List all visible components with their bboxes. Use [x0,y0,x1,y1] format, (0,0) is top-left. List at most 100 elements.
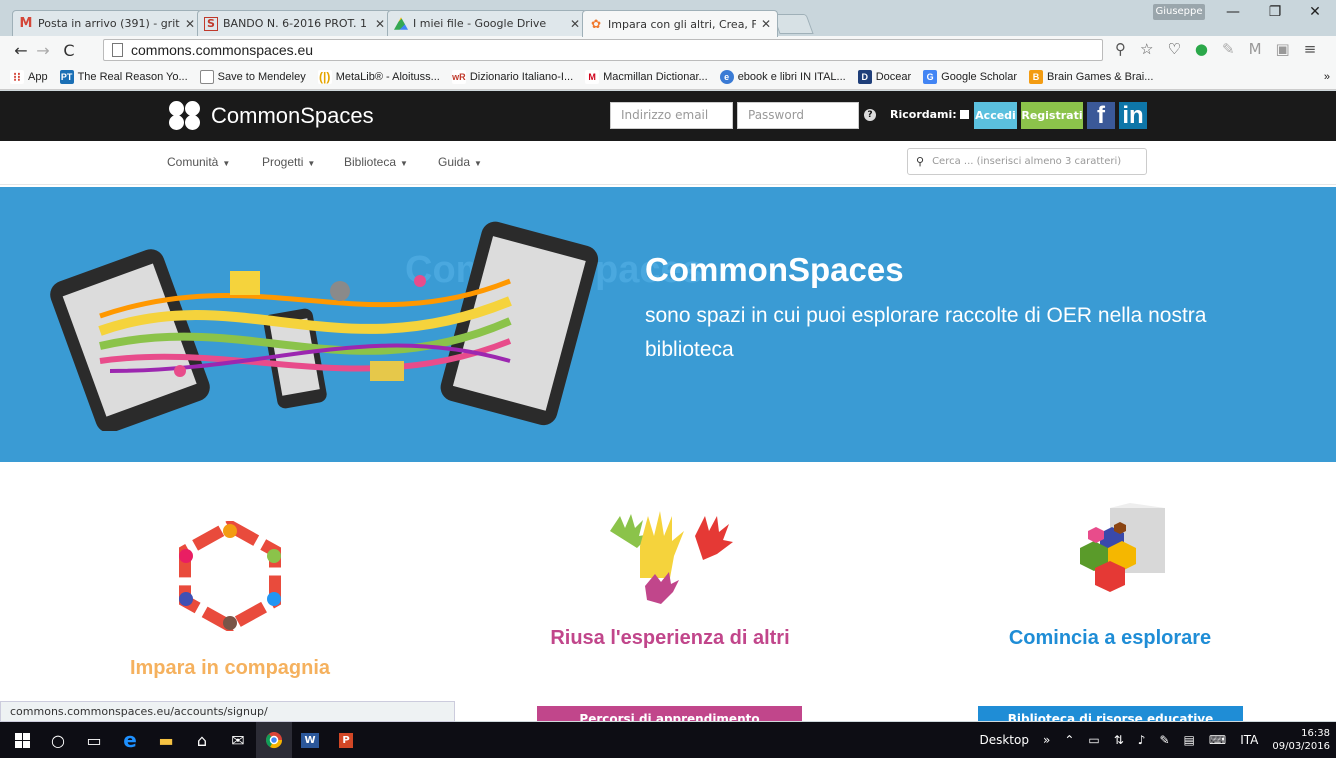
hero-banner: CommonSpaces CommonSpaces sono [0,187,1336,462]
bookmark-metalib[interactable]: (|) MetaLib® - Aloituss... [317,69,440,84]
clock[interactable]: 16:38 09/03/2016 [1272,727,1330,753]
nav-comunita[interactable]: Comunità ▼ [167,155,230,169]
toolbar-overflow[interactable]: » [1043,733,1050,747]
url-bar[interactable]: commons.commonspaces.eu [103,39,1103,61]
bookmark-label: Docear [875,70,912,83]
new-tab-button[interactable] [772,14,814,34]
main-nav: Comunità ▼ Progetti ▼ Biblioteca ▼ Guida ▼ ⚲… [0,141,1336,185]
volume-icon[interactable]: ♪ [1138,733,1146,747]
password-field[interactable]: Password [737,102,859,129]
macmillan-icon: M [585,69,600,84]
task-view-icon[interactable]: ▭ [76,722,112,758]
bookmark-docear[interactable]: D Docear [857,69,912,84]
tab-gmail[interactable]: M Posta in arrivo (391) - gritt ✕ [12,10,202,36]
site-topbar: CommonSpaces Indirizzo email Password ? … [0,91,1336,141]
feature-title: Riusa l'esperienza di altri [550,627,790,649]
desktop-toolbar-label[interactable]: Desktop [979,733,1029,747]
email-field[interactable]: Indirizzo email [610,102,733,129]
windows-start-icon[interactable] [4,722,40,758]
close-tab-icon[interactable]: ✕ [761,17,771,31]
close-tab-icon[interactable]: ✕ [375,17,385,31]
bookmark-app[interactable]: ⁝⁝ App [10,69,48,84]
word-icon[interactable]: W [292,722,328,758]
close-tab-icon[interactable]: ✕ [570,17,580,31]
help-icon[interactable]: ? [864,109,876,121]
browser-tab-strip: M Posta in arrivo (391) - gritt ✕ S BAND… [0,0,1336,37]
reload-button[interactable]: C [58,41,80,60]
nav-biblioteca[interactable]: Biblioteca ▼ [344,155,408,169]
bookmark-macmillan[interactable]: M Macmillan Dictionar... [585,69,708,84]
mail-ext-icon[interactable]: M [1249,40,1262,58]
remember-me[interactable]: Ricordami: [890,108,969,121]
site-logo[interactable]: CommonSpaces [167,101,374,131]
cubes-box-icon [1080,503,1165,592]
nav-guida[interactable]: Guida ▼ [438,155,482,169]
file-explorer-icon[interactable]: ▬ [148,722,184,758]
webpage: CommonSpaces Indirizzo email Password ? … [0,91,1336,721]
show-hidden-icons[interactable]: ⌃ [1064,733,1074,747]
tab-bando[interactable]: S BANDO N. 6-2016 PROT. 1 ✕ [197,10,392,36]
close-tab-icon[interactable]: ✕ [185,17,195,31]
bookmark-label: App [28,70,48,83]
bookmark-google-scholar[interactable]: G Google Scholar [923,69,1017,84]
restore-button[interactable]: ❐ [1260,4,1290,20]
bookmark-real-reason[interactable]: PT The Real Reason Yo... [59,69,188,84]
edge-browser-icon[interactable]: e [112,722,148,758]
search-input[interactable]: ⚲ Cerca ... (inserisci almeno 3 caratter… [907,148,1147,175]
tab-google-drive[interactable]: I miei file - Google Drive ✕ [387,10,587,36]
battery-icon[interactable]: ▭ [1088,733,1099,747]
pen-icon[interactable]: ✎ [1222,40,1235,58]
learning-paths-button[interactable]: Percorsi di apprendimento [537,706,802,721]
profile-button[interactable]: Giuseppe [1153,4,1205,20]
ebook-icon: e [719,69,734,84]
minimize-button[interactable]: — [1218,4,1248,20]
chrome-icon[interactable] [256,722,292,758]
keyboard-icon[interactable]: ⌨ [1209,733,1226,747]
address-toolbar: ← → C commons.commonspaces.eu ⚲ ☆ ♡ ● ✎ … [0,36,1336,64]
powerpoint-icon[interactable]: P [328,722,364,758]
bookmark-label: The Real Reason Yo... [77,70,188,83]
forward-button[interactable]: → [32,41,54,60]
language-indicator[interactable]: ITA [1240,733,1258,747]
star-icon[interactable]: ☆ [1140,40,1153,58]
menu-icon[interactable]: ≡ [1304,40,1317,58]
linkedin-icon[interactable]: in [1119,102,1147,129]
url-text: commons.commonspaces.eu [131,42,314,58]
cortana-search-icon[interactable]: ○ [40,722,76,758]
zoom-icon[interactable]: ⚲ [1115,40,1126,58]
facebook-icon[interactable]: f [1087,102,1115,129]
resource-library-button[interactable]: Biblioteca di risorse educative [978,706,1243,721]
tab-title: BANDO N. 6-2016 PROT. 1 [223,17,367,30]
bookmark-dizionario[interactable]: wR Dizionario Italiano-I... [451,69,573,84]
page-icon [112,43,123,57]
extension-d-icon[interactable]: ● [1195,40,1208,58]
mail-icon[interactable]: ✉ [220,722,256,758]
tab-commonspaces[interactable]: ✿ Impara con gli altri, Crea, F ✕ [582,10,778,37]
hand-prints-icon [610,511,733,604]
bookmark-brain-games[interactable]: B Brain Games & Brai... [1029,69,1153,84]
remember-checkbox[interactable] [959,110,969,119]
clock-time: 16:38 [1301,728,1330,739]
back-button[interactable]: ← [10,41,32,60]
notifications-icon[interactable]: ▤ [1184,733,1195,747]
gmail-icon: M [19,16,33,31]
pen-workspace-icon[interactable]: ✎ [1159,733,1169,747]
bookmark-ebook[interactable]: e ebook e libri IN ITAL... [719,69,846,84]
close-window-button[interactable]: ✕ [1300,4,1330,20]
network-icon[interactable]: ⇅ [1114,733,1124,747]
ext-icon[interactable]: ▣ [1276,40,1290,58]
pocket-icon[interactable]: ♡ [1167,40,1180,58]
status-url-bubble: commons.commonspaces.eu/accounts/signup/ [0,701,455,722]
nav-progetti[interactable]: Progetti ▼ [262,155,315,169]
bookmarks-overflow[interactable]: » [1324,71,1330,83]
bookmark-mendeley[interactable]: Save to Mendeley [199,69,306,84]
google-drive-icon [394,17,408,30]
nav-label: Biblioteca [344,155,397,169]
caret-down-icon: ▼ [222,159,231,168]
store-icon[interactable]: ⌂ [184,722,220,758]
register-button[interactable]: Registrati [1021,102,1083,129]
page-icon [199,69,214,84]
tab-title: I miei file - Google Drive [413,17,547,30]
tab-title: Posta in arrivo (391) - gritt [38,17,180,30]
login-button[interactable]: Accedi [974,102,1017,129]
